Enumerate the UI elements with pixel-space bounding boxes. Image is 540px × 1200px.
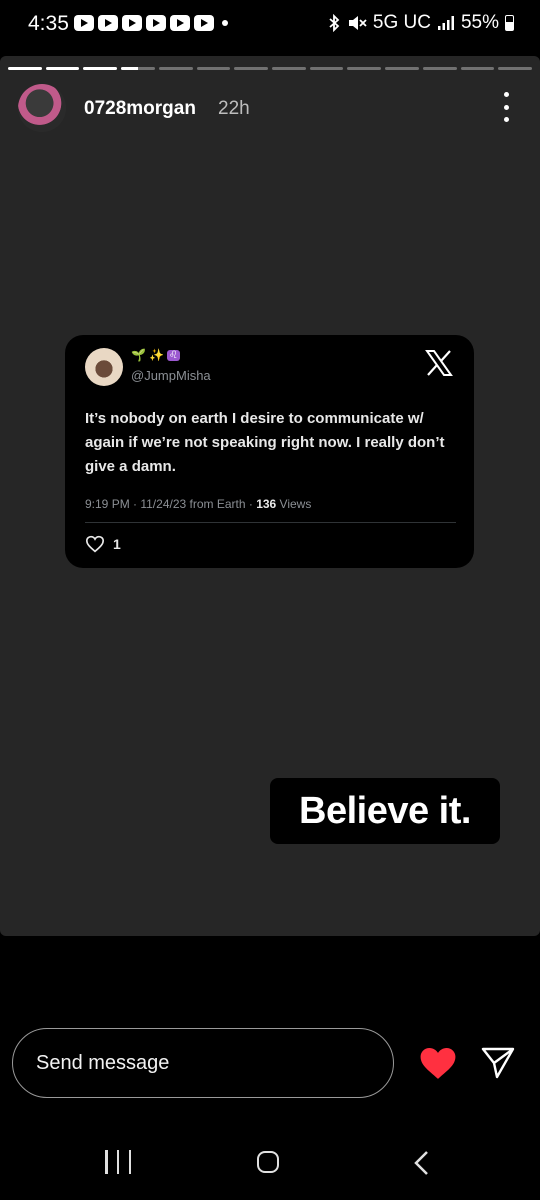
story-panel[interactable]: 0728morgan 22h 🌱 ✨ ♌ @JumpMisha It’s nob… [0, 56, 540, 936]
leo-emoji: ♌ [166, 349, 180, 361]
like-story-button[interactable] [419, 1045, 457, 1081]
tweet-handle: @JumpMisha [131, 368, 211, 383]
youtube-icon [170, 15, 190, 31]
sparkles-emoji: ✨ [148, 348, 164, 362]
status-time: 4:35 [28, 12, 69, 35]
tweet-meta: 9:19 PM · 11/24/23 from Earth · 136 View… [85, 497, 311, 511]
sprout-emoji: 🌱 [131, 348, 146, 362]
heart-outline-icon [85, 535, 105, 553]
x-logo-icon [425, 350, 453, 376]
story-progress-segment [498, 67, 533, 70]
tweet-likes: 1 [85, 535, 121, 553]
battery-icon [505, 15, 514, 31]
story-username[interactable]: 0728morgan [84, 98, 196, 120]
story-header: 0728morgan 22h [18, 84, 522, 132]
youtube-icon [122, 15, 142, 31]
tweet-display-name: 🌱 ✨ ♌ [131, 348, 180, 362]
tweet-views-count: 136 [256, 497, 277, 511]
status-right: 5G UC 55% [327, 12, 514, 34]
tweet-text: It’s nobody on earth I desire to communi… [85, 410, 445, 475]
tweet-views-label: Views [276, 497, 312, 511]
bluetooth-icon [329, 14, 340, 32]
story-progress-segment [8, 67, 42, 70]
youtube-icon [194, 15, 214, 31]
text-sticker: Believe it. [270, 778, 500, 844]
story-progress-segment [422, 67, 457, 70]
dot-icon [503, 92, 509, 97]
more-notifications-dot [222, 20, 228, 26]
status-bar: 4:35 5G UC 55% [0, 0, 540, 52]
story-time-ago: 22h [218, 98, 250, 119]
send-message-input[interactable]: Send message [12, 1028, 394, 1098]
story-progress-segment [385, 67, 419, 70]
bar-icon [116, 1150, 120, 1174]
story-progress-fill [8, 67, 42, 70]
story-progress-segment [83, 67, 118, 70]
bar-icon [128, 1150, 131, 1174]
youtube-icon [146, 15, 166, 31]
send-icon[interactable] [480, 1045, 516, 1081]
more-options-button[interactable] [496, 92, 516, 122]
youtube-icon [98, 15, 118, 31]
story-progress-segment [460, 67, 495, 70]
youtube-icon [74, 15, 94, 31]
story-progress-segment [196, 67, 231, 70]
story-progress-fill [83, 67, 118, 70]
story-progress-segment [347, 67, 382, 70]
story-progress-segment [272, 67, 306, 70]
story-progress-segment [121, 67, 155, 70]
notification-icons [74, 15, 214, 31]
story-progress-fill [45, 67, 80, 70]
dot-icon [503, 117, 509, 122]
tweet-like-count: 1 [113, 536, 121, 552]
home-button[interactable] [257, 1151, 279, 1173]
tweet-card: 🌱 ✨ ♌ @JumpMisha It’s nobody on earth I … [65, 335, 474, 568]
avatar[interactable] [18, 84, 66, 132]
story-progress-segment [234, 67, 269, 70]
tweet-avatar [85, 348, 123, 386]
story-progress-segment [45, 67, 80, 70]
tweet-timestamp: 9:19 PM · 11/24/23 from Earth · [85, 497, 257, 511]
recent-apps-button[interactable] [105, 1150, 131, 1174]
signal-icon [437, 16, 454, 30]
tweet-divider [85, 522, 456, 523]
story-progress-segment [309, 67, 344, 70]
back-button[interactable] [410, 1150, 434, 1176]
bar-icon [105, 1150, 108, 1174]
story-progress-fill [121, 67, 139, 70]
story-progress-segment [158, 67, 193, 70]
network-label: 5G UC [372, 12, 431, 33]
dot-icon [503, 104, 509, 110]
mute-icon [348, 16, 367, 30]
battery-percent: 55% [460, 12, 499, 33]
story-progress-bar [8, 67, 533, 70]
